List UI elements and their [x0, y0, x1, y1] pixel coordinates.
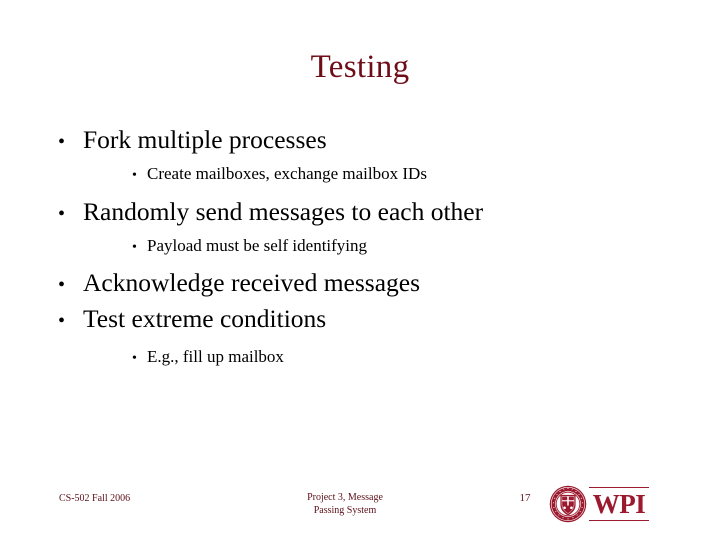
- wpi-logo: WPI: [549, 484, 649, 524]
- wpi-seal-icon: [549, 485, 587, 523]
- slide-number: 17: [519, 492, 531, 504]
- bullet-marker-icon: •: [58, 203, 66, 225]
- bullet-marker-icon: •: [132, 351, 137, 366]
- wpi-rule-top: [589, 487, 649, 488]
- bullet-marker-icon: •: [132, 240, 137, 255]
- slide: Testing • Fork multiple processes • Crea…: [0, 0, 720, 540]
- bullet-list: • Fork multiple processes • Create mailb…: [46, 124, 674, 377]
- bullet-text: Test extreme conditions: [83, 304, 327, 333]
- bullet-item-level2: • Create mailboxes, exchange mailbox IDs: [46, 163, 674, 187]
- bullet-item-level1: • Acknowledge received messages: [46, 267, 674, 301]
- bullet-marker-icon: •: [58, 310, 66, 332]
- bullet-item-level2: • Payload must be self identifying: [46, 235, 674, 259]
- footer-project-line1: Project 3, Message: [307, 492, 383, 503]
- wpi-rule-bottom: [589, 520, 649, 521]
- footer-course-label: CS-502 Fall 2006: [59, 493, 131, 504]
- bullet-item-level1: • Randomly send messages to each other: [46, 196, 674, 230]
- bullet-item-level2: • E.g., fill up mailbox: [46, 346, 674, 370]
- bullet-item-level1: • Test extreme conditions: [46, 303, 674, 337]
- bullet-text: Create mailboxes, exchange mailbox IDs: [147, 164, 427, 183]
- bullet-text: Payload must be self identifying: [147, 236, 368, 255]
- bullet-item-level1: • Fork multiple processes: [46, 124, 674, 158]
- bullet-text: Acknowledge received messages: [83, 268, 421, 297]
- page-title: Testing: [310, 49, 410, 85]
- footer-project-label: Project 3, Message Passing System: [255, 491, 435, 517]
- bullet-marker-icon: •: [132, 168, 137, 183]
- bullet-marker-icon: •: [58, 274, 66, 296]
- bullet-marker-icon: •: [58, 131, 66, 153]
- bullet-text: Randomly send messages to each other: [83, 197, 484, 226]
- bullet-text: Fork multiple processes: [83, 125, 327, 154]
- wpi-letters: WPI: [592, 489, 646, 519]
- footer-project-line2: Passing System: [313, 505, 377, 516]
- bullet-text: E.g., fill up mailbox: [147, 347, 284, 366]
- wpi-wordmark: WPI: [589, 486, 649, 522]
